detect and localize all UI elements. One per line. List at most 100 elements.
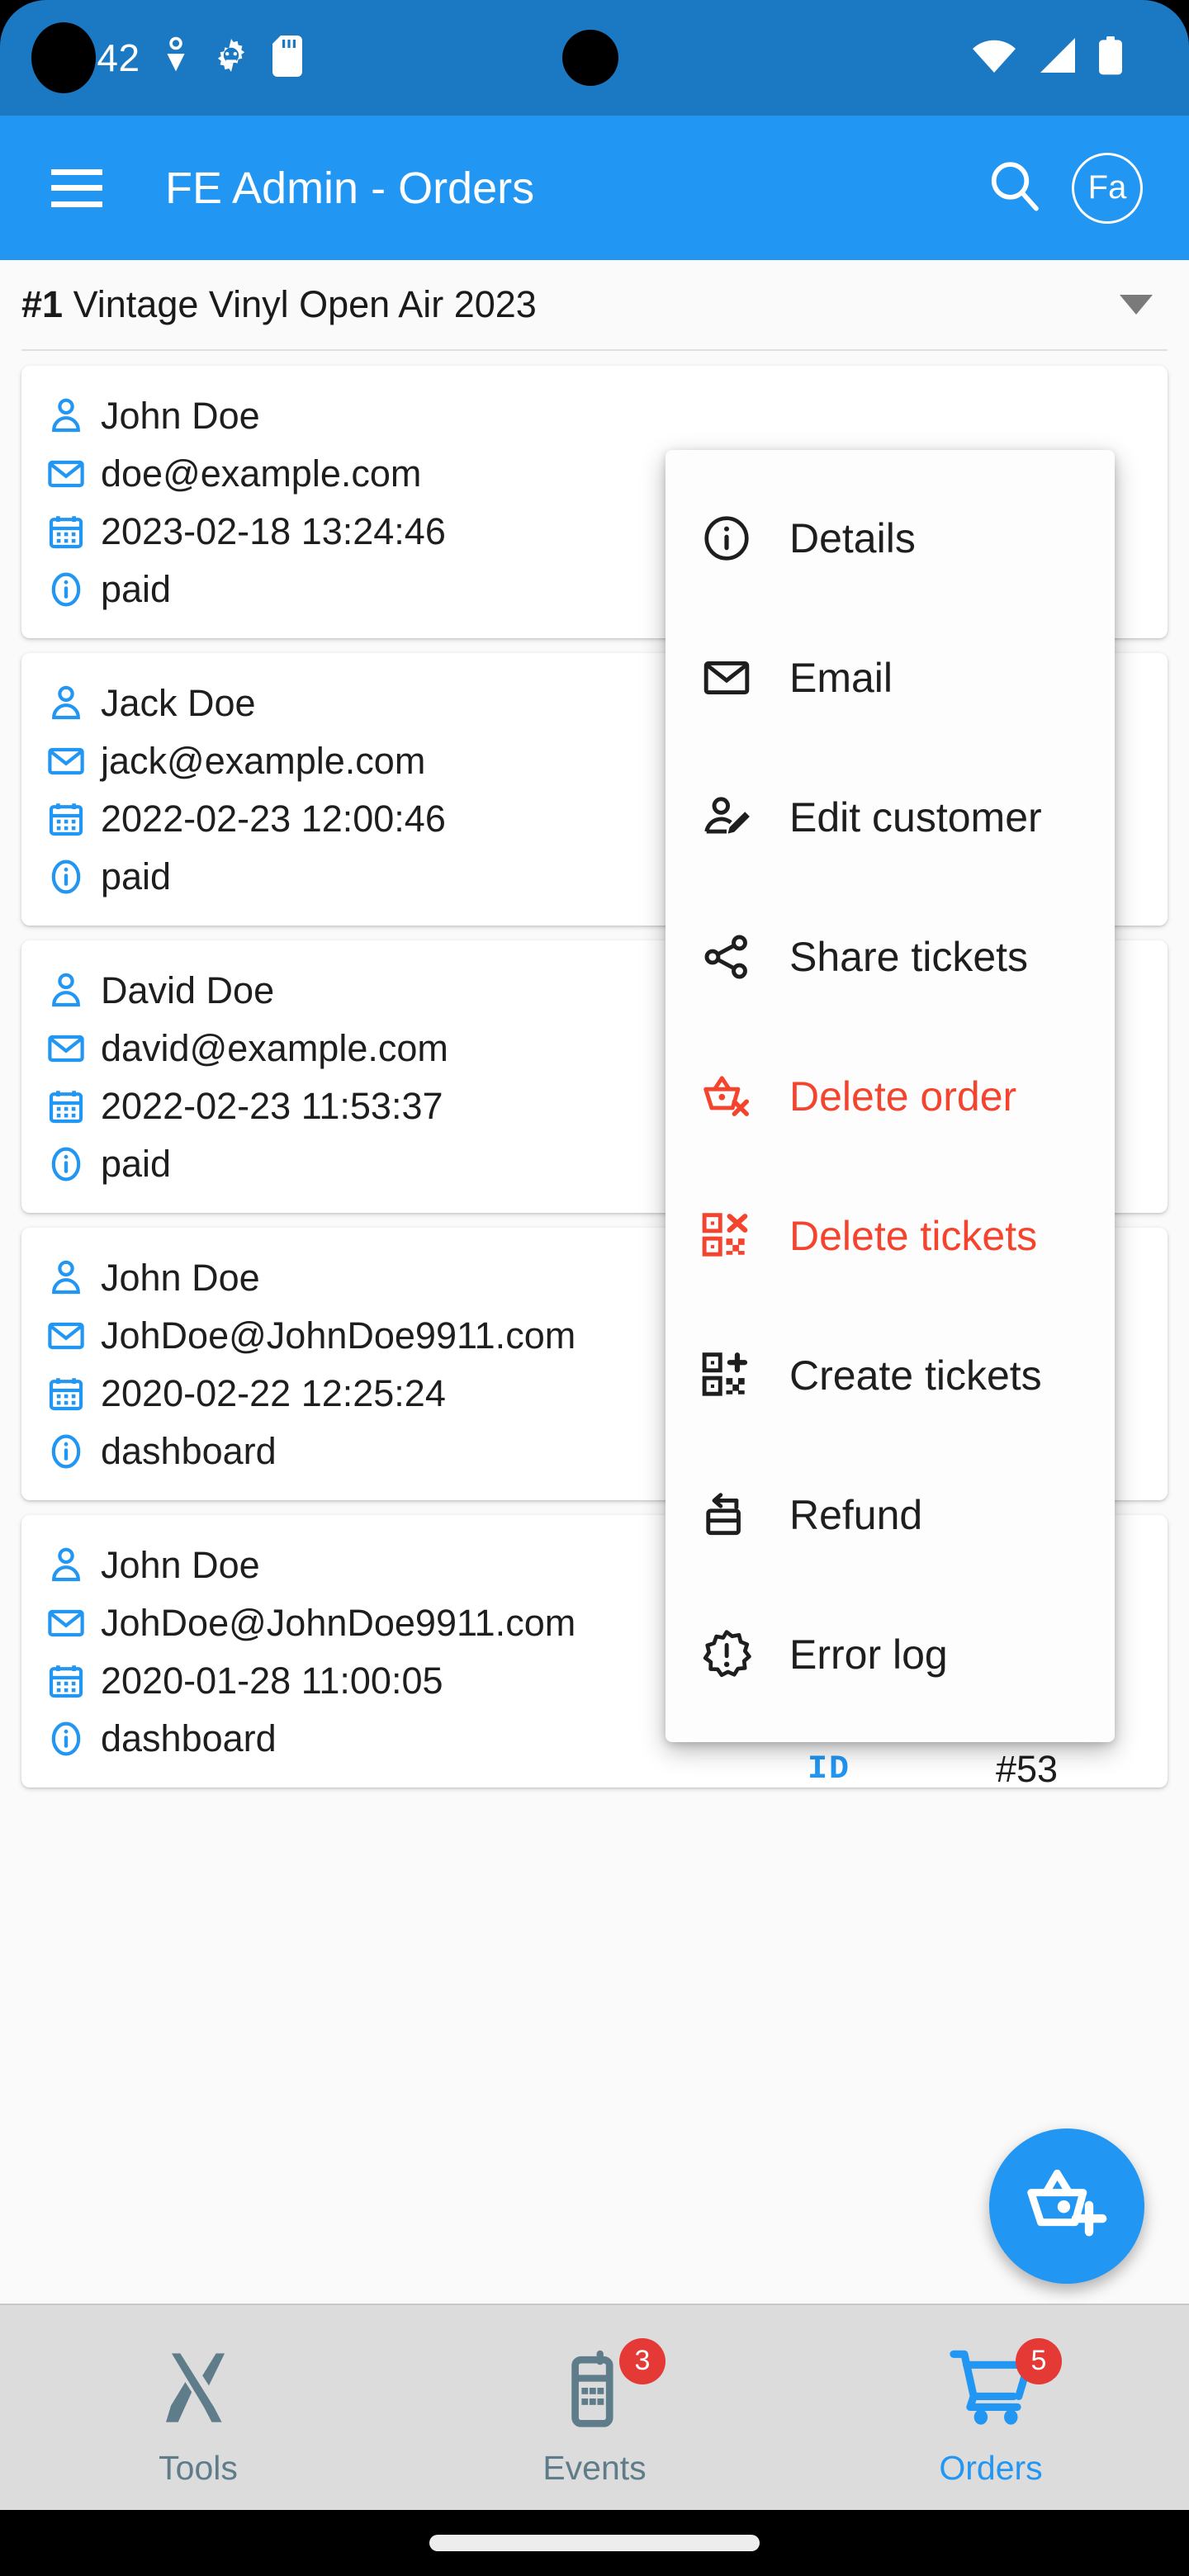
menu-item-label: Details [789, 514, 916, 562]
order-status: paid [101, 568, 171, 611]
info-circle-icon [46, 1719, 89, 1759]
envelope-icon [46, 1316, 89, 1356]
page-title: FE Admin - Orders [165, 163, 534, 214]
share-icon [700, 931, 753, 983]
nav-item-orders[interactable]: 5 Orders [793, 2305, 1189, 2510]
menu-item-create-tickets[interactable]: Create tickets [666, 1305, 1115, 1445]
nav-item-label: Orders [939, 2449, 1042, 2488]
order-customer-name: Jack Doe [101, 682, 256, 725]
wifi-icon [973, 38, 1016, 78]
tools-icon [155, 2345, 241, 2435]
bottom-navigation: Tools [0, 2304, 1189, 2510]
menu-item-delete-tickets[interactable]: Delete tickets [666, 1166, 1115, 1305]
camera-punch-hole-left [31, 22, 96, 93]
avatar[interactable]: Fa [1072, 153, 1143, 224]
menu-item-delete-order[interactable]: Delete order [666, 1026, 1115, 1166]
order-date: 2022-02-23 12:00:46 [101, 798, 446, 841]
info-circle-icon [46, 1432, 89, 1471]
menu-item-email[interactable]: Email [666, 608, 1115, 747]
order-status: paid [101, 855, 171, 898]
order-name-row: John Doe [46, 387, 1143, 445]
calendar-icon [46, 1087, 89, 1126]
person-icon [46, 1258, 89, 1298]
menu-item-label: Refund [789, 1491, 922, 1539]
menu-item-label: Create tickets [789, 1352, 1042, 1399]
envelope-icon [46, 1029, 89, 1068]
event-selector[interactable]: #1 Vintage Vinyl Open Air 2023 [21, 260, 1168, 351]
person-edit-icon [700, 792, 753, 843]
info-circle-icon [700, 513, 753, 564]
status-bar: 9:42 [0, 0, 1189, 116]
basket-add-icon [1022, 2160, 1111, 2253]
person-icon [46, 396, 89, 436]
nav-badge: 3 [619, 2338, 666, 2384]
card-return-icon [700, 1489, 753, 1541]
envelope-icon [700, 652, 753, 703]
phone-screen: 9:42 F [0, 0, 1189, 2576]
order-customer-name: John Doe [101, 395, 260, 438]
chevron-down-icon[interactable] [1120, 295, 1153, 315]
info-circle-icon [46, 1144, 89, 1184]
search-icon[interactable] [984, 156, 1044, 220]
envelope-icon [46, 741, 89, 781]
camera-punch-hole-center [562, 30, 618, 86]
battery-icon [1098, 36, 1123, 80]
gesture-nav-area [0, 2510, 1189, 2576]
qr-remove-icon [700, 1210, 753, 1262]
order-status: paid [101, 1143, 171, 1186]
order-customer-email: JohDoe@JohnDoe9911.com [101, 1602, 576, 1645]
basket-remove-icon [700, 1071, 753, 1122]
create-order-fab[interactable] [989, 2129, 1144, 2284]
order-date: 2020-01-28 11:00:05 [101, 1660, 443, 1702]
location-icon [162, 36, 190, 80]
order-customer-name: David Doe [101, 969, 274, 1012]
menu-item-label: Delete tickets [789, 1212, 1037, 1260]
person-icon [46, 1546, 89, 1585]
envelope-icon [46, 454, 89, 494]
cellular-signal-icon [1037, 38, 1077, 78]
sd-card-icon [272, 36, 302, 81]
nav-icon-wrap: 3 [552, 2337, 637, 2444]
menu-item-label: Share tickets [789, 933, 1028, 981]
nav-item-tools[interactable]: Tools [0, 2305, 396, 2510]
order-customer-email: jack@example.com [101, 740, 425, 783]
calendar-icon [46, 512, 89, 552]
gear-icon [211, 36, 251, 80]
nav-item-events[interactable]: 3 Events [396, 2305, 793, 2510]
person-icon [46, 971, 89, 1011]
status-bar-right [973, 0, 1123, 116]
event-selector-label: #1 Vintage Vinyl Open Air 2023 [21, 283, 537, 326]
nav-item-label: Tools [159, 2449, 238, 2488]
event-name: Vintage Vinyl Open Air 2023 [73, 283, 537, 325]
order-customer-email: david@example.com [101, 1027, 448, 1070]
event-number: #1 [21, 283, 63, 325]
order-id-value: #53 [996, 1748, 1058, 1788]
menu-item-share-tickets[interactable]: Share tickets [666, 887, 1115, 1026]
info-circle-icon [46, 570, 89, 609]
menu-item-edit-customer[interactable]: Edit customer [666, 747, 1115, 887]
menu-item-label: Edit customer [789, 793, 1042, 841]
nav-icon-wrap [155, 2337, 241, 2444]
order-customer-email: JohDoe@JohnDoe9911.com [101, 1314, 576, 1357]
menu-item-error-log[interactable]: Error log [666, 1584, 1115, 1724]
envelope-icon [46, 1603, 89, 1643]
error-burst-icon [700, 1629, 753, 1680]
order-status: dashboard [101, 1430, 277, 1473]
menu-item-refund[interactable]: Refund [666, 1445, 1115, 1584]
order-customer-name: John Doe [101, 1257, 260, 1300]
app-bar: FE Admin - Orders Fa [0, 116, 1189, 260]
order-id-label: ID [808, 1751, 850, 1788]
home-gesture-pill[interactable] [429, 2535, 760, 2551]
order-date: 2020-02-22 12:25:24 [101, 1372, 446, 1415]
menu-item-label: Email [789, 654, 893, 702]
order-date: 2022-02-23 11:53:37 [101, 1085, 443, 1128]
menu-item-label: Delete order [789, 1073, 1016, 1120]
menu-item-details[interactable]: Details [666, 468, 1115, 608]
menu-item-label: Error log [789, 1631, 948, 1679]
nav-badge: 5 [1016, 2338, 1062, 2384]
order-customer-name: John Doe [101, 1544, 260, 1587]
person-icon [46, 684, 89, 723]
calendar-icon [46, 1374, 89, 1413]
hamburger-menu-icon[interactable] [51, 169, 102, 207]
calendar-icon [46, 1661, 89, 1701]
